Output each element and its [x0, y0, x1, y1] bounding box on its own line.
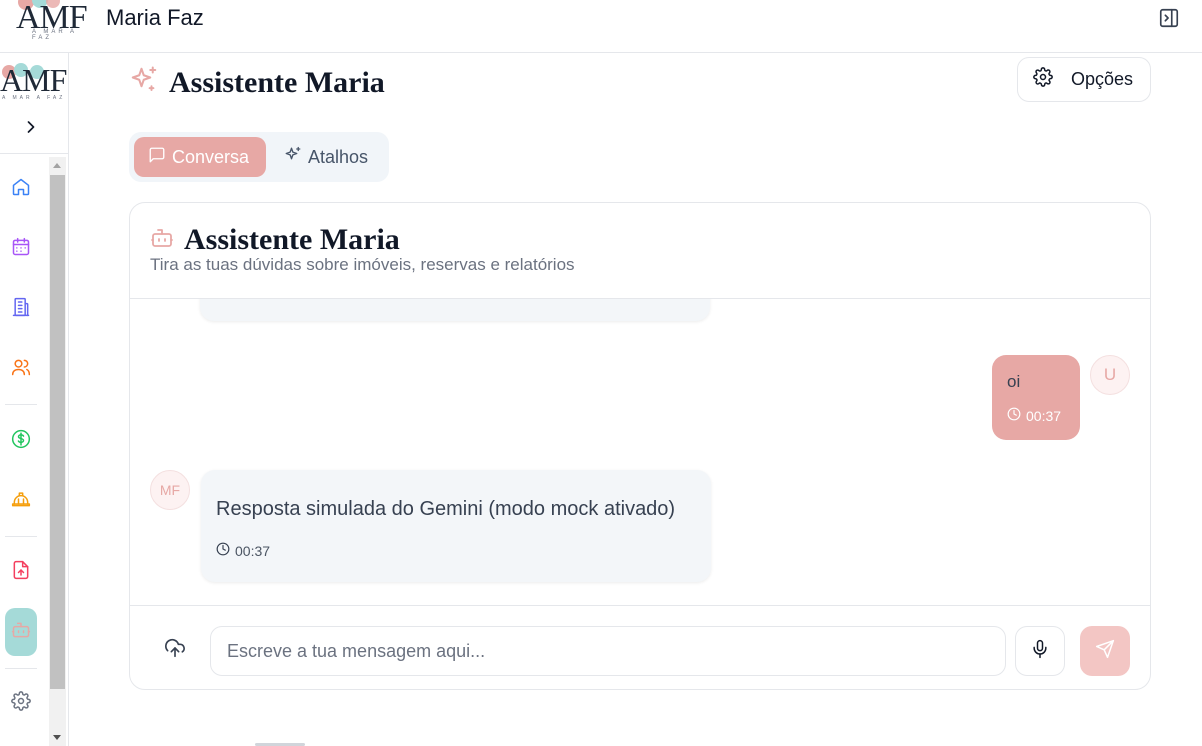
sidebar-item-home[interactable]	[5, 167, 37, 211]
cloud-upload-icon	[164, 637, 186, 664]
settings-icon	[11, 690, 31, 716]
scrollbar-thumb[interactable]	[50, 175, 65, 689]
tab-label: Atalhos	[308, 146, 369, 167]
sidebar-logo-subtext: A MAR A FAZ	[2, 95, 66, 101]
page-title: Assistente Maria	[169, 65, 385, 99]
upload-button[interactable]	[158, 638, 192, 662]
tab-bar: Conversa Atalhos	[129, 132, 389, 182]
message-composer	[130, 605, 1150, 689]
tab-atalhos[interactable]: Atalhos	[270, 137, 382, 177]
sidebar-logo-text: AMF	[0, 62, 67, 98]
bot-icon	[150, 226, 174, 255]
cleaning-icon	[11, 489, 31, 514]
sidebar-item-cleaning[interactable]	[5, 479, 37, 523]
message-list[interactable]: oi 00:37 U MF Resposta simulada do Gemin…	[130, 299, 1150, 605]
message-input[interactable]	[210, 626, 1006, 676]
sidebar-item-assistant[interactable]	[5, 608, 37, 656]
message-time: 00:37	[216, 542, 270, 559]
main-content: Assistente Maria Opções Conversa Atalhos…	[69, 53, 1202, 746]
user-avatar: U	[1090, 355, 1130, 395]
options-button[interactable]: Opções	[1017, 57, 1151, 102]
sidebar-item-calendar[interactable]	[5, 227, 37, 271]
sidebar: AMF A MAR A FAZ	[0, 53, 69, 746]
message-square-icon	[148, 146, 166, 169]
logo-subtext: A MAR A FAZ	[32, 29, 77, 41]
sidebar-item-settings[interactable]	[5, 681, 37, 725]
sparkles-icon	[284, 146, 302, 169]
dollar-icon	[11, 429, 31, 454]
send-icon	[1095, 639, 1115, 664]
bot-icon	[11, 620, 31, 645]
scroll-up-arrow[interactable]	[53, 163, 61, 168]
bot-avatar: MF	[150, 470, 190, 510]
sidebar-logo[interactable]: AMF A MAR A FAZ	[0, 61, 68, 107]
tab-label: Conversa	[172, 146, 250, 167]
message-timestamp: 00:37	[235, 542, 271, 559]
sidebar-item-reports[interactable]	[5, 550, 37, 594]
file-upload-icon	[11, 560, 31, 585]
panel-right-icon[interactable]	[1158, 7, 1180, 29]
clock-icon	[1007, 407, 1021, 424]
home-icon	[11, 177, 31, 202]
building-icon	[11, 297, 31, 322]
message-text: oi	[1007, 372, 1021, 391]
sidebar-divider	[5, 404, 37, 405]
message-time: 00:37	[1007, 407, 1061, 424]
microphone-icon	[1030, 639, 1050, 664]
sidebar-item-finance[interactable]	[5, 419, 37, 463]
tab-conversa[interactable]: Conversa	[134, 137, 266, 177]
calendar-icon	[11, 237, 31, 262]
bot-message-bubble: Resposta simulada do Gemini (modo mock a…	[201, 470, 711, 582]
brand-name: Maria Faz	[106, 5, 204, 30]
chat-card: Assistente Maria Tira as tuas dúvidas so…	[129, 202, 1151, 690]
sidebar-scrollbar[interactable]	[49, 157, 66, 746]
user-message-bubble: oi 00:37	[992, 355, 1080, 440]
sidebar-item-properties[interactable]	[5, 287, 37, 331]
clock-icon	[216, 542, 230, 559]
scroll-down-arrow[interactable]	[53, 735, 61, 740]
microphone-button[interactable]	[1015, 626, 1065, 676]
brand-logo[interactable]: AMF A MAR A FAZ	[16, 0, 96, 41]
chat-header: Assistente Maria Tira as tuas dúvidas so…	[130, 203, 1150, 299]
page-header: Assistente Maria	[129, 65, 385, 100]
previous-message-bubble	[200, 299, 710, 321]
message-timestamp: 00:37	[1026, 407, 1062, 424]
gear-icon	[1033, 67, 1053, 92]
chat-title-row: Assistente Maria	[150, 223, 400, 257]
chat-subtitle: Tira as tuas dúvidas sobre imóveis, rese…	[150, 255, 575, 274]
options-label: Opções	[1071, 69, 1134, 89]
users-icon	[11, 357, 31, 382]
chat-title: Assistente Maria	[184, 223, 400, 256]
sparkles-icon	[129, 65, 159, 100]
top-bar: AMF A MAR A FAZ Maria Faz	[0, 0, 1202, 53]
chevron-right-icon[interactable]	[21, 117, 41, 137]
sidebar-divider	[5, 536, 37, 537]
sidebar-divider	[0, 153, 68, 154]
sidebar-item-users[interactable]	[5, 347, 37, 391]
message-text: Resposta simulada do Gemini (modo mock a…	[216, 498, 676, 520]
send-button[interactable]	[1080, 626, 1130, 676]
sidebar-divider	[5, 668, 37, 669]
